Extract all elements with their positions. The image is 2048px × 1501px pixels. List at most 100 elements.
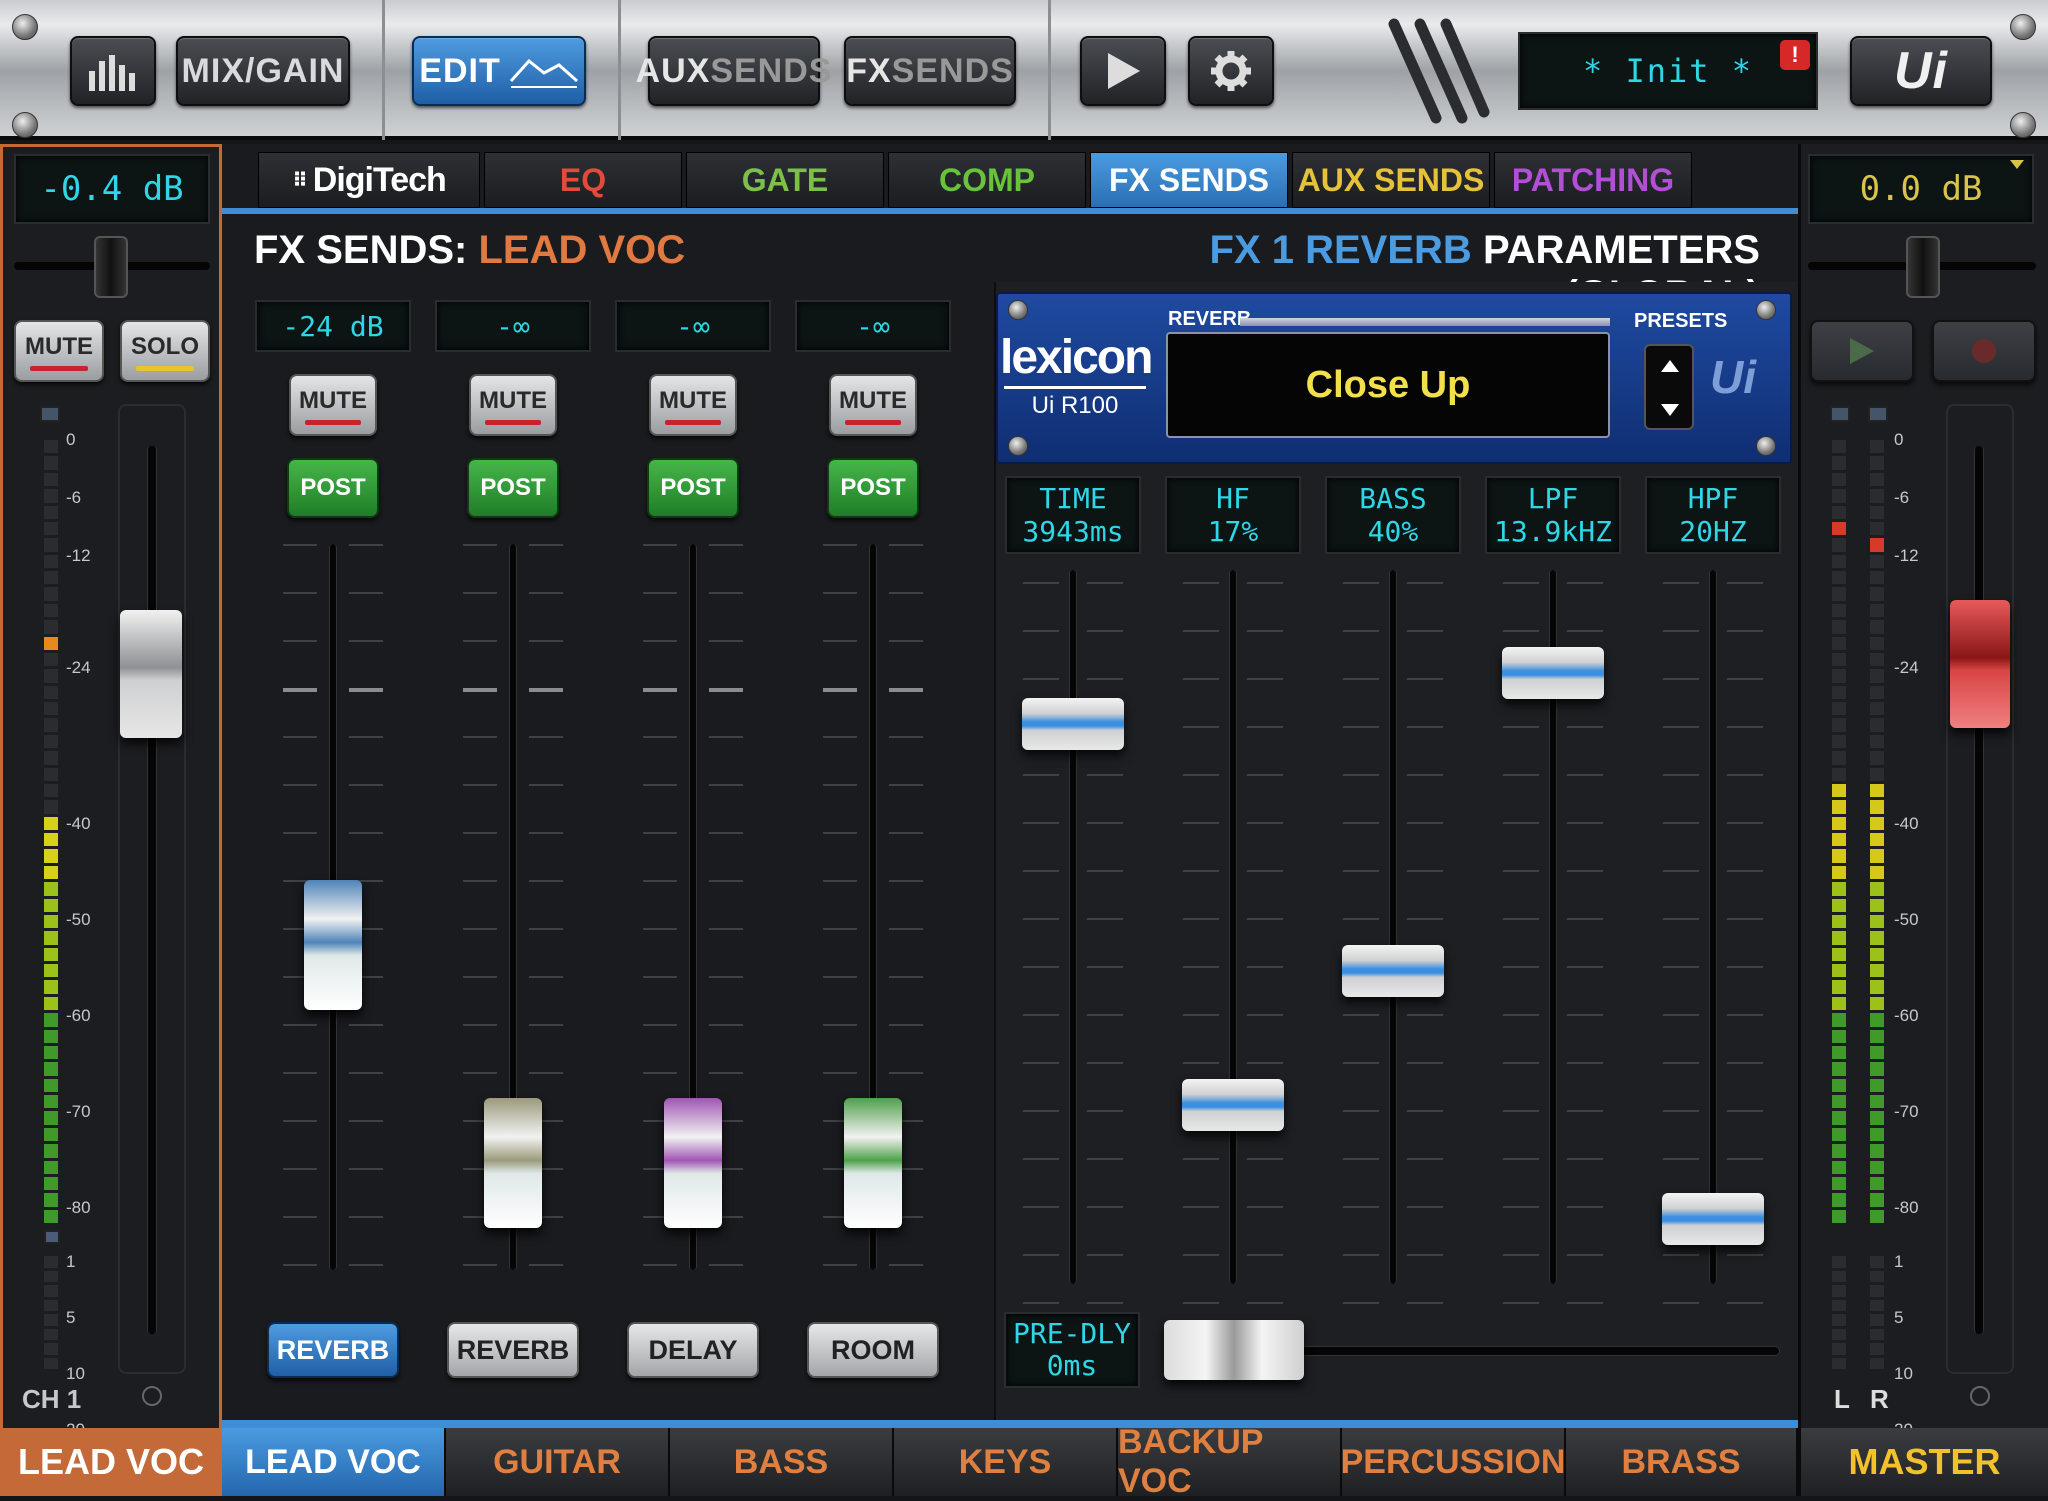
left-link-icon[interactable] (142, 1386, 162, 1406)
fader-tick (1663, 1158, 1699, 1160)
meter-scale-label: -60 (1894, 1006, 1919, 1025)
fx-sends-button[interactable]: FX SENDS (844, 36, 1016, 106)
param-fader-cap[interactable] (1022, 698, 1124, 751)
preset-down-icon[interactable] (1661, 404, 1679, 416)
master-pan-knob[interactable] (1906, 236, 1940, 298)
send-post-button[interactable]: POST (287, 458, 379, 518)
meter-segment (1870, 996, 1884, 1011)
param-display[interactable]: HF 17% (1165, 476, 1301, 554)
fader-tick (1183, 918, 1219, 920)
send-mute-button[interactable]: MUTE (829, 374, 917, 436)
tab-gate[interactable]: GATE (686, 152, 884, 208)
send-name-button[interactable]: REVERB (267, 1322, 399, 1378)
ui-logo-button[interactable]: Ui (1850, 36, 1992, 106)
aux-sends-button[interactable]: AUX SENDS (636, 36, 831, 106)
send-mute-button[interactable]: MUTE (649, 374, 737, 436)
mix-gain-button[interactable]: MIX/GAIN (176, 36, 350, 106)
tab-eq[interactable]: EQ (484, 152, 682, 208)
predly-display[interactable]: PRE-DLY 0ms (1004, 1312, 1140, 1388)
send-level-display[interactable]: -∞ (795, 300, 951, 352)
fader-tick (1023, 1158, 1059, 1160)
master-play-button[interactable] (1810, 320, 1914, 382)
fader-tick (1407, 1014, 1443, 1016)
tab-comp[interactable]: COMP (888, 152, 1086, 208)
bottom-tab-bass[interactable]: BASS (670, 1428, 894, 1496)
send-name-button[interactable]: REVERB (447, 1322, 579, 1378)
tab-fx-sends[interactable]: FX SENDS (1090, 152, 1288, 208)
preset-name-display[interactable]: Close Up (1166, 332, 1610, 438)
send-level-display[interactable]: -∞ (615, 300, 771, 352)
param-fader-cap[interactable] (1502, 647, 1604, 700)
bottom-tab-guitar[interactable]: GUITAR (446, 1428, 670, 1496)
send-fader-cap[interactable] (664, 1097, 722, 1228)
master-fader-cap[interactable] (1950, 600, 2010, 728)
bottom-tab-percussion[interactable]: PERCUSSION (1341, 1428, 1566, 1496)
left-solo-button[interactable]: SOLO (120, 320, 210, 382)
fader-tick (889, 592, 923, 594)
fader-tick (1023, 1254, 1059, 1256)
param-display[interactable]: HPF 20HZ (1645, 476, 1781, 554)
meter-segment (1870, 521, 1884, 536)
fx-sends-label: SENDS (891, 51, 1014, 90)
send-level-display[interactable]: -∞ (435, 300, 591, 352)
bottom-tab-lead-voc[interactable]: LEAD VOC (222, 1428, 446, 1496)
param-fader-cap[interactable] (1662, 1192, 1764, 1245)
left-gain-display[interactable]: -0.4 dB (14, 154, 210, 224)
meters-button[interactable] (70, 36, 156, 106)
send-mute-button[interactable]: MUTE (289, 374, 377, 436)
meter-segment (44, 1314, 58, 1326)
preset-display[interactable]: * Init * (1518, 32, 1818, 110)
left-fader-cap[interactable] (120, 610, 182, 738)
tab-aux-sends[interactable]: AUX SENDS (1292, 152, 1490, 208)
send-name-button[interactable]: ROOM (807, 1322, 939, 1378)
meter-scale-label: -80 (66, 1198, 91, 1217)
fader-tick (823, 1072, 857, 1074)
meter-segment (1870, 1062, 1884, 1076)
fader-tick (1247, 726, 1283, 728)
preset-stepper[interactable] (1644, 344, 1694, 430)
master-dropdown-icon[interactable] (2010, 160, 2024, 169)
bottom-tab-backup-voc[interactable]: BACKUP VOC (1118, 1423, 1342, 1500)
send-post-button[interactable]: POST (827, 458, 919, 518)
left-mute-button[interactable]: MUTE (14, 320, 104, 382)
left-channel-name[interactable]: LEAD VOC (0, 1428, 222, 1496)
tab-patching[interactable]: PATCHING (1494, 152, 1692, 208)
fader-tick (283, 1264, 317, 1266)
left-pan-knob[interactable] (94, 236, 128, 298)
bottom-tab-brass[interactable]: BRASS (1566, 1428, 1798, 1496)
master-gain-display[interactable]: 0.0 dB (1808, 154, 2034, 224)
alert-badge[interactable]: ! (1780, 40, 1810, 70)
send-fader-cap[interactable] (844, 1097, 902, 1228)
param-fader-cap[interactable] (1342, 945, 1444, 998)
param-display[interactable]: TIME 3943ms (1005, 476, 1141, 554)
fader-tick (529, 880, 563, 882)
send-fader-cap[interactable] (304, 880, 362, 1011)
fader-tick (643, 592, 677, 594)
preset-up-icon[interactable] (1661, 360, 1679, 372)
fx-label: FX (846, 51, 892, 90)
master-link-icon[interactable] (1970, 1386, 1990, 1406)
master-fader-frame (1946, 404, 2014, 1374)
master-channel-name[interactable]: MASTER (1798, 1428, 2048, 1496)
meter-segment (1832, 898, 1846, 912)
fader-tick (709, 640, 743, 642)
play-button[interactable] (1080, 36, 1166, 106)
meter-segment (44, 1029, 58, 1043)
param-display[interactable]: LPF 13.9kHZ (1485, 476, 1621, 554)
edit-button[interactable]: EDIT (412, 36, 586, 106)
param-fader-track (1709, 570, 1717, 1284)
bottom-tab-keys[interactable]: KEYS (894, 1428, 1118, 1496)
send-name-button[interactable]: DELAY (627, 1322, 759, 1378)
predly-slider-cap[interactable] (1164, 1320, 1304, 1380)
send-post-button[interactable]: POST (467, 458, 559, 518)
fader-tick (1503, 966, 1539, 968)
master-record-button[interactable] (1932, 320, 2036, 382)
send-mute-button[interactable]: MUTE (469, 374, 557, 436)
param-fader-cap[interactable] (1182, 1078, 1284, 1131)
send-level-display[interactable]: -24 dB (255, 300, 411, 352)
param-value: 40% (1367, 515, 1419, 548)
settings-button[interactable] (1188, 36, 1274, 106)
send-post-button[interactable]: POST (647, 458, 739, 518)
send-fader-cap[interactable] (484, 1097, 542, 1228)
param-display[interactable]: BASS 40% (1325, 476, 1461, 554)
